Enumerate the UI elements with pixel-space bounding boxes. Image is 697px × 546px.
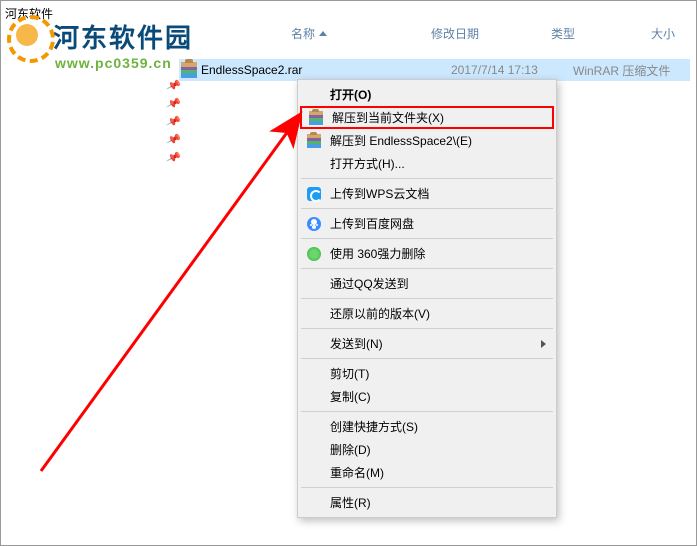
menu-properties[interactable]: 属性(R) <box>300 491 554 514</box>
menu-copy[interactable]: 复制(C) <box>300 385 554 408</box>
column-header-type[interactable]: 类型 <box>551 25 651 42</box>
menu-qq-send[interactable]: 通过QQ发送到 <box>300 272 554 295</box>
blank-icon <box>304 389 324 405</box>
pin-icon: 📌 <box>166 114 181 129</box>
blank-icon <box>304 336 324 352</box>
menu-separator <box>301 358 553 359</box>
file-date: 2017/7/14 17:13 <box>451 63 573 77</box>
pin-icon: 📌 <box>166 96 181 111</box>
quick-access-pins: 📌 📌 📌 📌 📌 <box>167 79 179 163</box>
blank-icon <box>304 156 324 172</box>
menu-separator <box>301 411 553 412</box>
logo-url: www.pc0359.cn <box>55 55 193 71</box>
chevron-right-icon <box>541 340 546 348</box>
blank-icon <box>304 442 324 458</box>
menu-separator <box>301 238 553 239</box>
logo-icon <box>7 15 49 57</box>
logo-text: 河东软件园 <box>53 18 193 55</box>
blank-icon <box>304 366 324 382</box>
wps-cloud-icon <box>304 186 324 202</box>
menu-360-delete[interactable]: 使用 360强力删除 <box>300 242 554 265</box>
blank-icon <box>304 306 324 322</box>
menu-create-shortcut[interactable]: 创建快捷方式(S) <box>300 415 554 438</box>
menu-extract-here[interactable]: 解压到当前文件夹(X) <box>300 106 554 129</box>
rar-icon <box>304 133 324 149</box>
watermark-logo: 河东软件园 www.pc0359.cn <box>7 15 193 71</box>
pin-icon: 📌 <box>166 132 181 147</box>
column-header-date[interactable]: 修改日期 <box>431 25 551 42</box>
menu-baidu-pan[interactable]: 上传到百度网盘 <box>300 212 554 235</box>
menu-separator <box>301 328 553 329</box>
baidu-icon <box>304 216 324 232</box>
context-menu: 打开(O) 解压到当前文件夹(X) 解压到 EndlessSpace2\(E) … <box>297 79 557 518</box>
menu-delete[interactable]: 删除(D) <box>300 438 554 461</box>
pin-icon: 📌 <box>166 150 181 165</box>
pin-icon: 📌 <box>166 78 181 93</box>
menu-extract-to-folder[interactable]: 解压到 EndlessSpace2\(E) <box>300 129 554 152</box>
menu-open-with[interactable]: 打开方式(H)... <box>300 152 554 175</box>
column-header-size[interactable]: 大小 <box>651 25 691 42</box>
menu-wps-cloud[interactable]: 上传到WPS云文档 <box>300 182 554 205</box>
menu-separator <box>301 487 553 488</box>
column-header-row: 名称 修改日期 类型 大小 <box>291 17 690 49</box>
file-type: WinRAR 压缩文件 <box>573 62 690 79</box>
menu-separator <box>301 208 553 209</box>
blank-icon <box>304 465 324 481</box>
blank-icon <box>304 419 324 435</box>
file-row[interactable]: EndlessSpace2.rar 2017/7/14 17:13 WinRAR… <box>179 59 690 81</box>
blank-icon <box>304 495 324 511</box>
menu-separator <box>301 178 553 179</box>
shield-360-icon <box>304 246 324 262</box>
menu-restore-versions[interactable]: 还原以前的版本(V) <box>300 302 554 325</box>
menu-rename[interactable]: 重命名(M) <box>300 461 554 484</box>
menu-separator <box>301 268 553 269</box>
blank-icon <box>304 276 324 292</box>
menu-separator <box>301 298 553 299</box>
menu-cut[interactable]: 剪切(T) <box>300 362 554 385</box>
rar-icon <box>306 110 326 126</box>
menu-send-to[interactable]: 发送到(N) <box>300 332 554 355</box>
menu-open[interactable]: 打开(O) <box>300 83 554 106</box>
blank-icon <box>304 87 324 103</box>
column-header-name[interactable]: 名称 <box>291 25 431 42</box>
file-name: EndlessSpace2.rar <box>201 63 451 77</box>
rar-file-icon <box>181 62 197 78</box>
sort-asc-icon <box>319 31 327 36</box>
